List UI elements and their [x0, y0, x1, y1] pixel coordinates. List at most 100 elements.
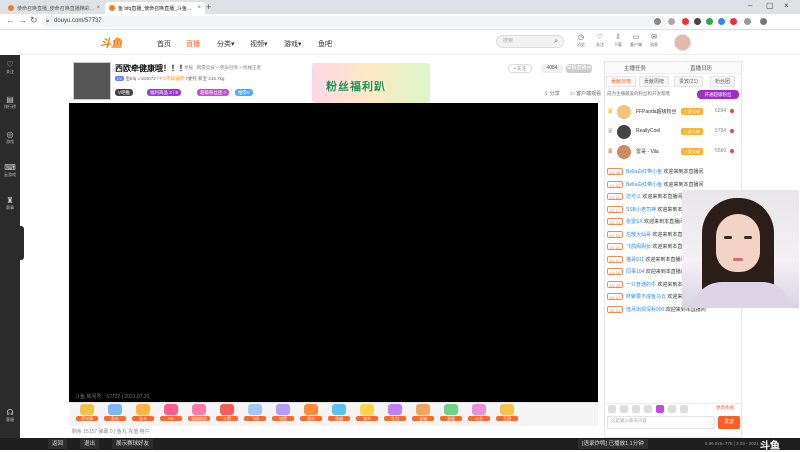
minimize-icon[interactable]: – [748, 1, 752, 10]
sidebar-item-ranking[interactable]: ▤ 排行榜 [0, 95, 20, 110]
nav-home[interactable]: 首页 [157, 39, 171, 49]
chat-username[interactable]: 猫哥911 [626, 257, 644, 263]
gift-item[interactable]: PK [160, 404, 182, 422]
v-badge[interactable]: V吧推 [115, 89, 134, 96]
chat-message[interactable]: LV 38 Bella白红带小鱼 欢迎来到本直播间 [607, 168, 741, 178]
gift-item[interactable]: 鱼丸 [104, 404, 126, 422]
rank-name[interactable]: FFPanda超级粉丝 [636, 108, 677, 115]
nav-fishbar[interactable]: 鱼吧 [318, 39, 332, 49]
extension-icon[interactable] [730, 18, 737, 25]
gift-item[interactable]: 礼包 [384, 404, 406, 422]
video-player[interactable] [69, 103, 598, 402]
extension-icon[interactable] [694, 18, 701, 25]
sidebar-item-cloud-games[interactable]: ⌨ 云游戏 [0, 163, 20, 178]
webcam-overlay[interactable] [682, 190, 799, 308]
browser-tab-2[interactable]: 鱼 bfq直播_使命召唤直播_斗鱼... × [105, 2, 205, 14]
messages-button[interactable]: ✉ 消息 [647, 34, 661, 48]
share-button[interactable]: ⇪ 分享 [544, 90, 560, 97]
color-danmu-icon[interactable] [644, 405, 652, 413]
user-avatar[interactable] [674, 34, 691, 51]
nav-video[interactable]: 视频▾ [250, 39, 268, 49]
chat-username[interactable]: 终聚要不成鱼马云 [626, 294, 666, 300]
rank-row[interactable]: ♛ FFPanda超级粉丝 土豪大佬 6294 [607, 103, 740, 121]
taskbar-item-back[interactable]: 返回 [48, 439, 68, 449]
chat-input[interactable]: 这是输入聊天内容 [607, 416, 715, 429]
chat-username[interactable]: 飞鸽阁阁长 [626, 244, 651, 250]
emoji-icon[interactable] [608, 405, 616, 413]
chat-username[interactable]: Bella白红带小鱼 [626, 182, 662, 188]
chat-username[interactable]: 同事104 [626, 269, 644, 275]
client-watch-button[interactable]: ▭ 客户端观看 [570, 90, 601, 97]
search-input[interactable]: 搜索 ⌕ [496, 35, 564, 48]
browser-tab-1[interactable]: 使命召唤直播_使命召唤直播精彩... × [4, 2, 104, 14]
report-link[interactable]: 举报 [184, 65, 193, 70]
tab-anchor-tasks[interactable]: 主播任务 [624, 64, 646, 72]
reload-icon[interactable]: ↻ [30, 15, 38, 26]
send-button[interactable]: 发送 [718, 416, 740, 429]
tab-live-calendar[interactable]: 直播日历 [690, 64, 712, 72]
close-tab-icon[interactable]: × [96, 5, 100, 11]
nav-games[interactable]: 游戏▾ [284, 39, 302, 49]
chat-username[interactable]: 一只普通的牛 [626, 282, 656, 288]
gift-item[interactable]: 办卡 [132, 404, 154, 422]
tab-fan-club[interactable]: 粉丝团 [710, 76, 736, 87]
close-window-icon[interactable]: × [784, 1, 789, 10]
client-button[interactable]: ▭ 客户端 [629, 34, 643, 48]
chat-username[interactable]: 倍月出现深秋900 [626, 307, 664, 313]
gift-item[interactable]: 荧光棒 [76, 404, 98, 422]
star-icon[interactable] [654, 18, 661, 25]
rank-name[interactable]: ReallyCool [636, 128, 660, 134]
report-room-button[interactable]: 举报直播间 [566, 64, 592, 73]
anchor-name[interactable]: 鱼bfq [125, 76, 136, 81]
follow-list-button[interactable]: ♡ 关注 [593, 34, 607, 48]
extension-icon[interactable] [706, 18, 713, 25]
chat-username[interactable]: 左散大仙哥 [626, 232, 651, 238]
vip-icon[interactable] [656, 405, 664, 413]
douyu-logo[interactable]: 斗鱼 [100, 35, 122, 51]
sidebar-item-support[interactable]: ☊ 客服 [0, 408, 20, 423]
recommend-badge[interactable]: 推荐0 [235, 89, 253, 96]
gift-item[interactable]: 王冠 [496, 404, 518, 422]
taskbar-item-media[interactable]: [语录炸鸭] 已播放1.1分钟 [578, 439, 648, 449]
rank-avatar[interactable] [617, 145, 631, 159]
forward-icon[interactable]: → [18, 15, 27, 25]
open-super-fans-button[interactable]: 开通超级粉丝 [697, 90, 739, 99]
gift-item[interactable]: 超级粉丝 [188, 404, 210, 422]
profile-icon[interactable] [744, 18, 751, 25]
menu-icon[interactable] [760, 18, 767, 25]
fan-badge-icon[interactable] [620, 405, 628, 413]
gift-item[interactable]: 超火 [300, 404, 322, 422]
maximize-icon[interactable]: ▢ [766, 1, 774, 10]
chat-username[interactable]: 还可以 [626, 194, 641, 200]
rank-row[interactable]: ♛ ReallyCool 土豪大佬 5784 [607, 123, 740, 141]
rank-name[interactable]: 雷哥 - Vila [636, 148, 659, 155]
sidebar-item-events[interactable]: ♜ 赛事 [0, 196, 20, 211]
anchor-avatar[interactable] [73, 62, 111, 100]
chat-username[interactable]: Bella白红带小鱼 [626, 169, 662, 175]
follow-button[interactable]: +关注 [508, 64, 532, 73]
sidebar-collapse-handle[interactable] [18, 226, 24, 260]
gift-item[interactable]: 公主 [468, 404, 490, 422]
nav-category[interactable]: 分类▾ [217, 39, 235, 49]
search-icon[interactable]: ⌕ [554, 36, 558, 47]
tab-vip[interactable]: 贵宾(21) [674, 76, 703, 87]
chat-message[interactable]: LV 33 Bella白红带小鱼 欢迎来到本直播间 [607, 180, 741, 191]
close-tab-icon[interactable]: × [197, 5, 201, 11]
gift-item[interactable]: 跑车 [356, 404, 378, 422]
welfare-badge[interactable]: 福利商品 3 / 5 [147, 89, 182, 96]
sidebar-item-follow[interactable]: ♡ 关注 [0, 60, 20, 75]
gift-item[interactable]: 星星 [440, 404, 462, 422]
gift-item[interactable]: 飞机 [244, 404, 266, 422]
settings-icon[interactable] [680, 405, 688, 413]
history-button[interactable]: ◷ 历史 [574, 34, 588, 48]
gift-item[interactable]: 城堡 [272, 404, 294, 422]
rank-avatar[interactable] [617, 105, 631, 119]
chat-username[interactable]: 张雷SX [626, 219, 643, 225]
extension-icon[interactable] [668, 18, 675, 25]
rank-avatar[interactable] [617, 125, 631, 139]
nav-live[interactable]: 直播 [186, 39, 200, 49]
gift-item[interactable]: 宝箱 [412, 404, 434, 422]
extension-icon[interactable] [718, 18, 725, 25]
lock-icon[interactable] [668, 405, 676, 413]
more-button[interactable]: 更新多帧 [716, 405, 734, 411]
